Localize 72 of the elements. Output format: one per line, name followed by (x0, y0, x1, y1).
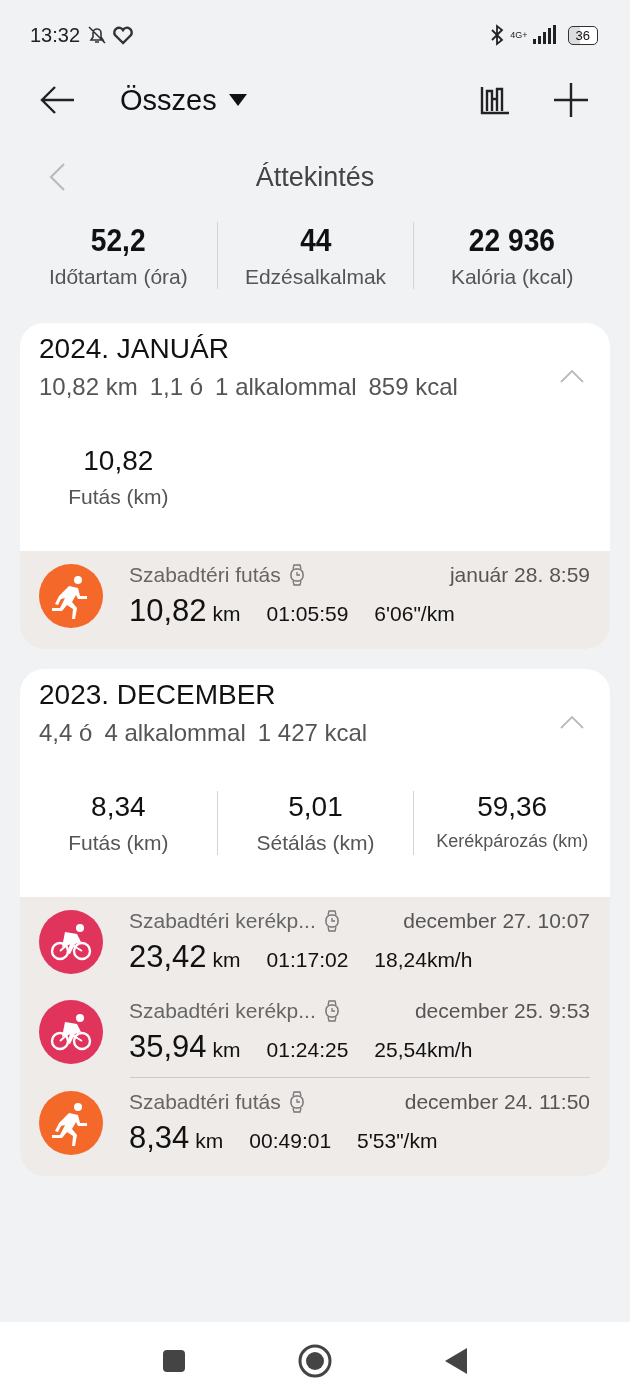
watch-icon (288, 1091, 305, 1113)
home-icon[interactable] (298, 1344, 332, 1378)
activity-duration: 00:49:01 (249, 1129, 332, 1153)
runner-icon (39, 564, 103, 628)
distance-unit: km (212, 1038, 241, 1062)
activity-row[interactable]: Szabadtéri kerékp... december 27. 10:07 23,42 km 01:17:02 18,24km/h (20, 897, 610, 987)
back-arrow-icon[interactable] (40, 85, 76, 115)
stat-label: Kerékpározás (km) (436, 831, 589, 852)
status-time: 13:32 (30, 23, 81, 47)
stat-value: 10,82 (83, 445, 154, 477)
watch-icon (323, 1000, 340, 1022)
stat-label: Kalória (kcal) (450, 265, 574, 289)
activity-duration: 01:17:02 (266, 948, 349, 972)
activity-date: január 28. 8:59 (449, 563, 590, 587)
stat-value: 5,01 (288, 791, 343, 823)
stat-value: 52,2 (90, 222, 146, 259)
summary-text: 1 alkalommal (215, 373, 357, 401)
back-icon[interactable] (444, 1347, 468, 1375)
activity-name: Szabadtéri kerékp... (129, 909, 316, 933)
bar-chart-icon[interactable] (480, 85, 510, 115)
activity-distance: 10,82 (129, 593, 207, 629)
summary-text: 1 427 kcal (257, 719, 368, 747)
stat-label: Futás (km) (68, 485, 169, 509)
stat-label: Futás (km) (68, 831, 169, 855)
signal-icon (531, 25, 556, 45)
activity-date: december 25. 9:53 (414, 999, 590, 1023)
activity-row[interactable]: Szabadtéri kerékp... december 25. 9:53 35,94 km 01:24:25 25,54km/h (20, 987, 610, 1077)
heart-icon (112, 25, 135, 45)
activity-name: Szabadtéri kerékp... (129, 999, 316, 1023)
activity-duration: 01:24:25 (266, 1038, 349, 1062)
activity-date: december 24. 11:50 (404, 1090, 590, 1114)
watch-icon (323, 910, 340, 932)
month-title: 2023. DECEMBER (39, 679, 277, 711)
stat-label: Edzésalkalmak (244, 265, 387, 289)
activity-duration: 01:05:59 (266, 602, 349, 626)
stat-label: Sétálás (km) (256, 831, 375, 855)
caret-icon[interactable] (228, 94, 247, 106)
activity-pace: 5'53"/km (357, 1129, 438, 1153)
distance-unit: km (195, 1129, 224, 1153)
activity-row[interactable]: Szabadtéri futás december 24. 11:50 8,34 km 00:49:01 5'53"/km (20, 1077, 610, 1168)
summary-text: 4,4 ó (39, 719, 93, 747)
stat-label: Időtartam (óra) (48, 265, 188, 289)
distance-unit: km (212, 948, 241, 972)
activity-name: Szabadtéri futás (129, 1090, 281, 1114)
summary-text: 4 alkalommal (104, 719, 246, 747)
activity-distance: 8,34 (129, 1120, 190, 1156)
watch-icon (288, 564, 305, 586)
stat-value: 44 (299, 222, 332, 259)
activity-name: Szabadtéri futás (129, 563, 281, 587)
recent-apps-icon[interactable] (162, 1349, 186, 1373)
network-label: 4G+ (510, 30, 528, 40)
activity-pace: 6'06"/km (374, 602, 455, 626)
activity-pace: 25,54km/h (374, 1038, 473, 1062)
stat-value: 8,34 (91, 791, 146, 823)
summary-text: 859 kcal (368, 373, 458, 401)
overview-title: Áttekintés (254, 161, 376, 193)
stat-value: 59,36 (477, 791, 548, 823)
battery-indicator: 36 (567, 25, 598, 45)
summary-text: 1,1 ó (149, 373, 204, 401)
plus-icon[interactable] (554, 83, 588, 117)
stat-value: 22 936 (469, 222, 556, 259)
activity-date: december 27. 10:07 (403, 909, 590, 933)
month-title: 2024. JANUÁR (39, 333, 230, 365)
summary-text: 10,82 km (39, 373, 138, 401)
activity-distance: 35,94 (129, 1029, 207, 1065)
activity-distance: 23,42 (129, 939, 207, 975)
runner-icon (39, 1091, 103, 1155)
activity-pace: 18,24km/h (374, 948, 473, 972)
distance-unit: km (212, 602, 241, 626)
cyclist-icon (39, 1000, 103, 1064)
filter-dropdown[interactable]: Összes (120, 83, 217, 117)
cyclist-icon (39, 910, 103, 974)
